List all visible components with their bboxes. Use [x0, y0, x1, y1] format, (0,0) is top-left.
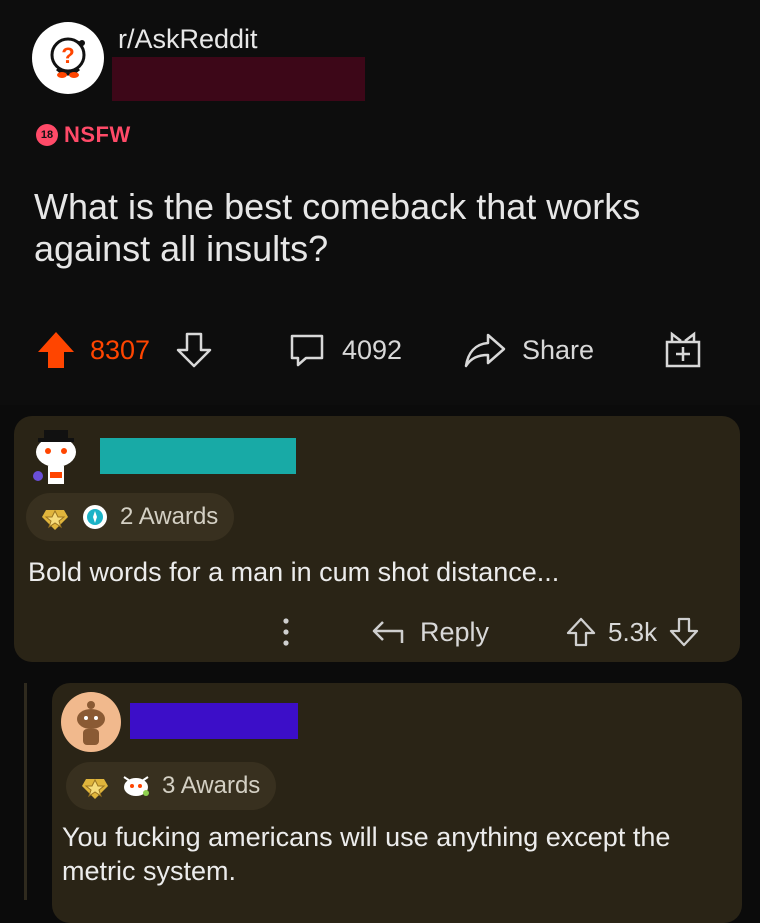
comment-card: 3 Awards You fucking americans will use … [52, 683, 742, 923]
award-icon [82, 778, 108, 799]
thread-line[interactable] [24, 683, 27, 900]
post-title[interactable]: What is the best comeback that works aga… [34, 186, 724, 270]
user-avatar-icon[interactable] [60, 691, 122, 753]
more-icon [283, 618, 289, 646]
nsfw-tag: 18 NSFW [36, 122, 131, 148]
user-avatar-icon[interactable] [28, 426, 84, 490]
svg-text:?: ? [61, 43, 74, 68]
vote-count: 8307 [90, 334, 151, 365]
comments-button[interactable]: 4092 [286, 320, 402, 380]
comment-icon [290, 334, 324, 367]
awards-count: 2 Awards [120, 503, 219, 530]
gift-icon [665, 331, 701, 368]
award-icon [123, 776, 149, 796]
nsfw-badge-icon: 18 [36, 124, 58, 146]
nsfw-label: NSFW [64, 122, 131, 147]
post-card: ? r/AskReddit 18 NSFW What is the best c… [0, 0, 760, 405]
subreddit-avatar-icon[interactable]: ? [32, 22, 104, 94]
comment-action-bar: Reply 5.3k [14, 612, 740, 652]
comment-body: Bold words for a man in cum shot distanc… [28, 557, 560, 587]
reply-label: Reply [420, 616, 490, 647]
upvote-button[interactable] [34, 320, 78, 380]
redacted-username [100, 438, 296, 474]
more-button[interactable] [276, 612, 296, 652]
post-action-bar: 8307 4092 Share [0, 320, 760, 380]
award-icon [83, 505, 107, 529]
share-icon [464, 333, 506, 368]
share-label: Share [522, 334, 595, 365]
gift-award-button[interactable] [662, 320, 704, 380]
comment-vote-group: 5.3k [564, 612, 701, 652]
awards-pill[interactable]: 3 Awards [66, 762, 277, 810]
awards-pill[interactable]: 2 Awards [26, 493, 235, 541]
share-button[interactable]: Share [462, 320, 594, 380]
upvote-icon[interactable] [564, 615, 598, 649]
comment-body: You fucking americans will use anything … [62, 822, 671, 886]
comment-count: 4092 [342, 334, 403, 365]
awards-count: 3 Awards [162, 772, 261, 799]
reply-icon [372, 621, 404, 643]
comment-score: 5.3k [608, 616, 658, 647]
downvote-button[interactable] [172, 320, 216, 380]
redacted-username [112, 57, 365, 101]
downvote-icon[interactable] [667, 615, 701, 649]
upvote-icon [38, 332, 74, 368]
redacted-username [130, 703, 298, 739]
reply-button[interactable]: Reply [370, 612, 489, 652]
award-icon [42, 509, 68, 530]
subreddit-name[interactable]: r/AskReddit [118, 24, 258, 55]
downvote-icon [176, 332, 212, 368]
comment-card: 2 Awards Bold words for a man in cum sho… [14, 416, 740, 662]
